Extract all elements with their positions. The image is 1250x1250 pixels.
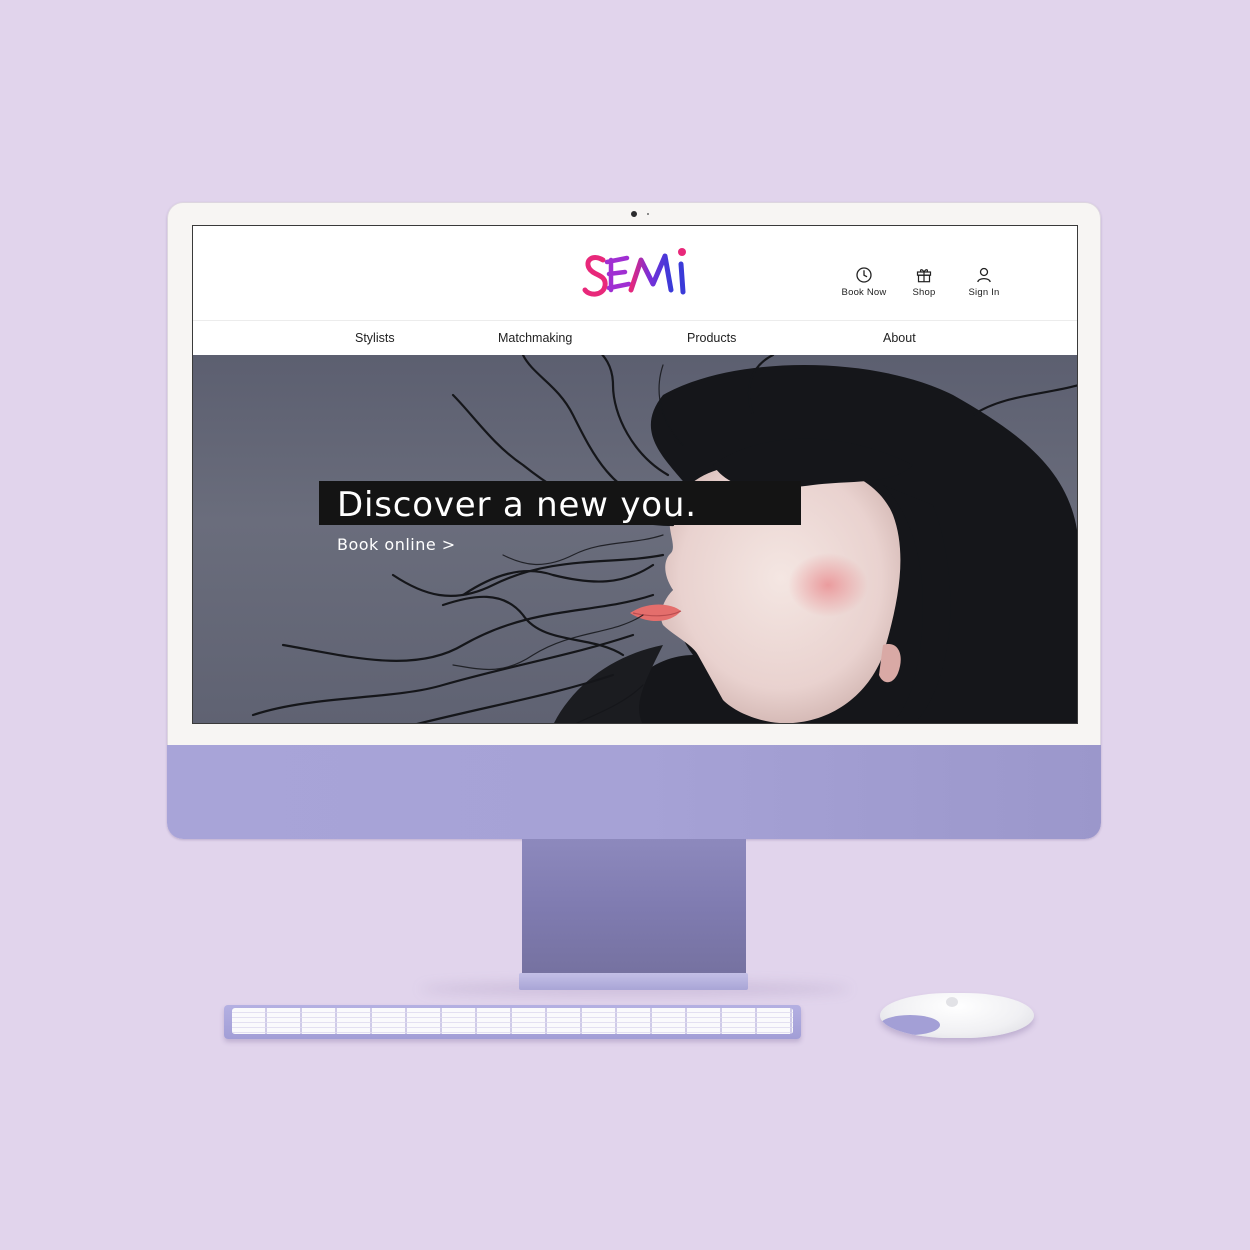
nav-item-about[interactable]: About (883, 331, 916, 345)
shop-button[interactable]: Shop (903, 266, 945, 298)
header-actions: Book Now Shop Sign In (841, 266, 1005, 298)
imac-display: Book Now Shop Sign In Stylists Matchmaki… (167, 202, 1101, 839)
clock-icon (856, 267, 872, 283)
camera-indicator (647, 213, 649, 215)
shop-label: Shop (912, 287, 936, 298)
nav-item-products[interactable]: Products (687, 331, 736, 345)
gift-icon (916, 269, 932, 283)
hero-banner: Discover a new you. Book online > (193, 355, 1077, 723)
brand-logo[interactable] (581, 244, 691, 302)
mouse (880, 993, 1034, 1038)
nav-item-matchmaking[interactable]: Matchmaking (498, 331, 572, 345)
imac-stand-foot (519, 973, 748, 990)
site-header: Book Now Shop Sign In (193, 226, 1077, 320)
book-now-button[interactable]: Book Now (841, 266, 887, 298)
book-now-label: Book Now (841, 287, 887, 298)
hero-portrait-image (251, 355, 1077, 723)
display-chin (167, 745, 1101, 839)
hero-title-box: Discover a new you. (319, 481, 801, 525)
camera-icon (631, 211, 637, 217)
book-online-link[interactable]: Book online > (337, 535, 456, 554)
keyboard (224, 1005, 801, 1039)
keyboard-keys (232, 1008, 793, 1034)
browser-screen: Book Now Shop Sign In Stylists Matchmaki… (192, 225, 1078, 724)
sign-in-button[interactable]: Sign In (963, 266, 1005, 298)
hero-title: Discover a new you. (337, 485, 697, 525)
imac-stand (522, 839, 746, 979)
apple-logo-icon (946, 997, 958, 1007)
display-bezel: Book Now Shop Sign In Stylists Matchmaki… (167, 202, 1101, 745)
nav-item-stylists[interactable]: Stylists (355, 331, 395, 345)
mouse-base (880, 1015, 940, 1035)
main-navigation: Stylists Matchmaking Products About (193, 320, 1077, 355)
user-icon (977, 267, 991, 283)
sign-in-label: Sign In (968, 287, 1000, 298)
